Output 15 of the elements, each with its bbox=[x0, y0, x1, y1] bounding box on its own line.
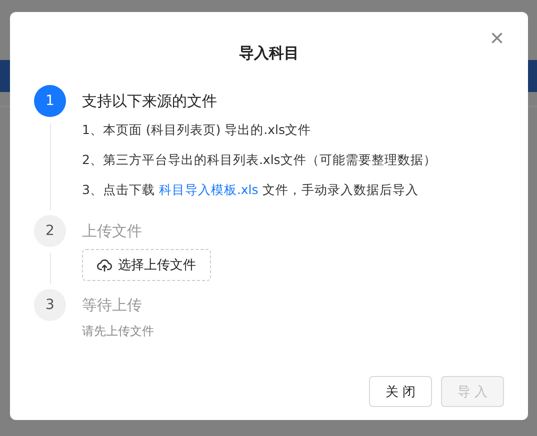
template-link[interactable]: 科目导入模板.xls bbox=[158, 182, 258, 197]
source-item: 2、第三方平台导出的科目列表.xls文件（可能需要整理数据） bbox=[82, 151, 436, 169]
source-item: 3、点击下载 科目导入模板.xls 文件，手动录入数据后导入 bbox=[82, 181, 420, 199]
step-number: 2 bbox=[34, 215, 66, 247]
dialog-title: 导入科目 bbox=[239, 44, 299, 63]
step-title: 上传文件 bbox=[82, 221, 143, 242]
upload-icon bbox=[97, 258, 112, 272]
upload-button[interactable]: 选择上传文件 bbox=[82, 249, 211, 281]
step-title: 等待上传 bbox=[82, 295, 143, 316]
step-number: 3 bbox=[34, 289, 66, 321]
step-number: 1 bbox=[34, 85, 66, 117]
step-description: 请先上传文件 bbox=[82, 323, 154, 339]
source-item: 1、本页面 (科目列表页) 导出的.xls文件 bbox=[82, 121, 312, 139]
step-title: 支持以下来源的文件 bbox=[82, 91, 218, 112]
close-button[interactable]: 关 闭 bbox=[369, 376, 432, 407]
